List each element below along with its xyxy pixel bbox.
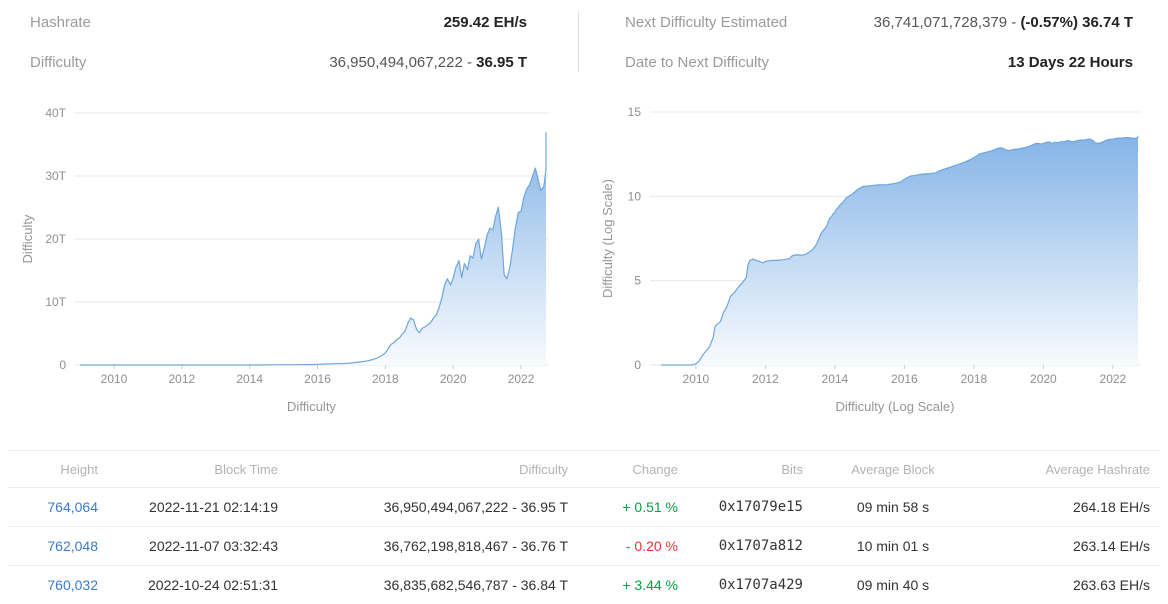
table-row: 760,032 2022-10-24 02:51:31 36,835,682,5…: [8, 566, 1160, 604]
bits-cell: 0x1707a812: [688, 527, 813, 566]
table-row: 764,064 2022-11-21 02:14:19 36,950,494,0…: [8, 488, 1160, 527]
svg-text:2014: 2014: [236, 372, 263, 386]
svg-text:10T: 10T: [45, 295, 66, 309]
next-difficulty-value: 36,741,071,728,379 - (-0.57%) 36.74 T: [874, 14, 1133, 31]
svg-text:2020: 2020: [1030, 372, 1057, 386]
difficulty-page: Hashrate 259.42 EH/s Difficulty 36,950,4…: [0, 0, 1168, 604]
bits-cell: 0x1707a429: [688, 566, 813, 604]
change-cell: + 3.44 %: [578, 566, 688, 604]
average-block-cell: 09 min 58 s: [813, 488, 973, 527]
difficulty-log-chart: 0 5 10 15 2010 2012 2014 2016 2018 2020 2022 Diffic…: [600, 105, 1140, 414]
svg-text:10: 10: [628, 189, 642, 203]
header-difficulty: Difficulty: [288, 451, 578, 488]
block-height-link[interactable]: 762,048: [47, 538, 98, 554]
svg-text:2022: 2022: [1100, 372, 1127, 386]
hashrate-value: 259.42 EH/s: [444, 14, 527, 31]
svg-text:40T: 40T: [45, 106, 66, 120]
svg-text:2018: 2018: [961, 372, 988, 386]
svg-text:Difficulty (Log Scale): Difficulty (Log Scale): [600, 179, 615, 298]
svg-text:Difficulty (Log Scale): Difficulty (Log Scale): [836, 399, 955, 414]
difficulty-charts[interactable]: 0 10T 20T 30T 40T 2010 2012 2014 2016 2018 2020 202…: [0, 90, 1168, 450]
date-to-next-label: Date to Next Difficulty: [625, 54, 769, 71]
header-block-time: Block Time: [108, 451, 288, 488]
average-block-cell: 10 min 01 s: [813, 527, 973, 566]
svg-text:2014: 2014: [822, 372, 849, 386]
average-hashrate-cell: 264.18 EH/s: [973, 488, 1160, 527]
stat-row-hashrate: Hashrate 259.42 EH/s: [30, 14, 527, 31]
difficulty-value: 36,950,494,067,222 - 36.95 T: [329, 54, 527, 71]
svg-text:0: 0: [634, 358, 641, 372]
difficulty-linear-chart: 0 10T 20T 30T 40T 2010 2012 2014 2016 2018 2020 202…: [20, 106, 548, 414]
difficulty-cell: 36,950,494,067,222 - 36.95 T: [288, 488, 578, 527]
table-header-row: Height Block Time Difficulty Change Bits…: [8, 451, 1160, 488]
change-cell: - 0.20 %: [578, 527, 688, 566]
block-height-cell: 760,032: [8, 566, 108, 604]
block-height-cell: 764,064: [8, 488, 108, 527]
difficulty-history-table: Height Block Time Difficulty Change Bits…: [8, 450, 1160, 604]
svg-text:Difficulty: Difficulty: [287, 399, 336, 414]
svg-text:0: 0: [59, 358, 66, 372]
svg-text:2022: 2022: [508, 372, 535, 386]
block-time-cell: 2022-11-07 03:32:43: [108, 527, 288, 566]
svg-text:2012: 2012: [168, 372, 195, 386]
svg-text:5: 5: [634, 274, 641, 288]
header-bits: Bits: [688, 451, 813, 488]
svg-text:2010: 2010: [101, 372, 128, 386]
header-average-block: Average Block: [813, 451, 973, 488]
svg-text:2018: 2018: [372, 372, 399, 386]
block-height-link[interactable]: 764,064: [47, 499, 98, 515]
hashrate-label: Hashrate: [30, 14, 91, 31]
svg-text:2016: 2016: [304, 372, 331, 386]
svg-text:Difficulty: Difficulty: [20, 214, 35, 263]
svg-text:30T: 30T: [45, 169, 66, 183]
block-height-link[interactable]: 760,032: [47, 577, 98, 593]
svg-text:2020: 2020: [440, 372, 467, 386]
difficulty-cell: 36,835,682,546,787 - 36.84 T: [288, 566, 578, 604]
average-block-cell: 09 min 40 s: [813, 566, 973, 604]
header-change: Change: [578, 451, 688, 488]
stats-divider: [578, 12, 579, 72]
change-cell: + 0.51 %: [578, 488, 688, 527]
bits-cell: 0x17079e15: [688, 488, 813, 527]
header-height: Height: [8, 451, 108, 488]
stat-row-difficulty: Difficulty 36,950,494,067,222 - 36.95 T: [30, 54, 527, 71]
difficulty-label: Difficulty: [30, 54, 86, 71]
stat-row-next-difficulty: Next Difficulty Estimated 36,741,071,728…: [625, 14, 1133, 31]
next-difficulty-label: Next Difficulty Estimated: [625, 14, 787, 31]
block-time-cell: 2022-11-21 02:14:19: [108, 488, 288, 527]
average-hashrate-cell: 263.14 EH/s: [973, 527, 1160, 566]
difficulty-cell: 36,762,198,818,467 - 36.76 T: [288, 527, 578, 566]
svg-text:2010: 2010: [683, 372, 710, 386]
svg-text:15: 15: [628, 105, 642, 119]
table-row: 762,048 2022-11-07 03:32:43 36,762,198,8…: [8, 527, 1160, 566]
svg-text:2012: 2012: [752, 372, 779, 386]
svg-text:20T: 20T: [45, 232, 66, 246]
date-to-next-value: 13 Days 22 Hours: [1008, 54, 1133, 71]
stat-row-date-to-next: Date to Next Difficulty 13 Days 22 Hours: [625, 54, 1133, 71]
block-time-cell: 2022-10-24 02:51:31: [108, 566, 288, 604]
block-height-cell: 762,048: [8, 527, 108, 566]
average-hashrate-cell: 263.63 EH/s: [973, 566, 1160, 604]
header-average-hashrate: Average Hashrate: [973, 451, 1160, 488]
svg-text:2016: 2016: [891, 372, 918, 386]
